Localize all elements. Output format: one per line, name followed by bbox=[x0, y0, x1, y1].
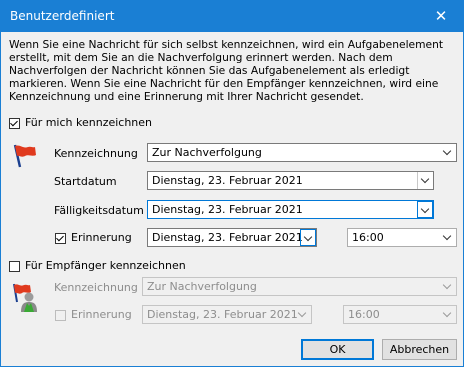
due-date-picker[interactable]: Dienstag, 23. Februar 2021 bbox=[147, 200, 434, 219]
chevron-down-icon[interactable] bbox=[295, 306, 311, 323]
ok-button[interactable]: OK bbox=[301, 339, 374, 360]
flag-for-me-label: Für mich kennzeichnen bbox=[25, 116, 153, 129]
recipient-reminder-date-picker[interactable]: Dienstag, 23. Februar 2021 bbox=[142, 305, 312, 324]
chevron-down-icon[interactable] bbox=[440, 229, 456, 246]
flag-for-me-checkbox[interactable] bbox=[9, 118, 20, 129]
recipient-reminder-checkbox[interactable] bbox=[55, 310, 66, 321]
description-text: Wenn Sie eine Nachricht für sich selbst … bbox=[9, 38, 444, 103]
flag-type-label: Kennzeichnung bbox=[54, 147, 138, 160]
reminder-time-combo[interactable]: 16:00 bbox=[347, 228, 457, 247]
recipient-reminder-label: Erinnerung bbox=[71, 308, 132, 321]
window-title: Benutzerdefiniert bbox=[10, 9, 115, 23]
start-date-label: Startdatum bbox=[54, 175, 117, 188]
flag-for-recipient-label: Für Empfänger kennzeichnen bbox=[25, 259, 186, 272]
start-date-picker[interactable]: Dienstag, 23. Februar 2021 bbox=[147, 171, 434, 190]
title-bar: Benutzerdefiniert ✕ bbox=[1, 1, 463, 32]
cancel-button[interactable]: Abbrechen bbox=[382, 339, 457, 360]
recipient-flag-type-combo[interactable]: Zur Nachverfolgung bbox=[142, 277, 457, 296]
chevron-down-icon[interactable] bbox=[440, 278, 456, 295]
recipient-flag-icon bbox=[13, 283, 37, 312]
flag-type-value: Zur Nachverfolgung bbox=[152, 146, 262, 159]
recipient-reminder-time-combo[interactable]: 16:00 bbox=[343, 305, 457, 324]
reminder-time-value: 16:00 bbox=[352, 231, 384, 244]
close-icon[interactable]: ✕ bbox=[419, 1, 463, 32]
flag-for-recipient-checkbox[interactable] bbox=[9, 261, 20, 272]
chevron-down-icon[interactable] bbox=[440, 306, 456, 323]
chevron-down-icon[interactable] bbox=[300, 229, 316, 246]
recipient-reminder-date-value: Dienstag, 23. Februar 2021 bbox=[147, 308, 298, 321]
chevron-down-icon[interactable] bbox=[440, 144, 456, 161]
dialog-window: Benutzerdefiniert ✕ Wenn Sie eine Nachri… bbox=[0, 0, 464, 367]
due-date-value: Dienstag, 23. Februar 2021 bbox=[152, 203, 303, 216]
reminder-date-value: Dienstag, 23. Februar 2021 bbox=[152, 231, 303, 244]
due-date-label: Fälligkeitsdatum bbox=[54, 204, 144, 217]
chevron-down-icon[interactable] bbox=[417, 172, 433, 189]
reminder-date-picker[interactable]: Dienstag, 23. Februar 2021 bbox=[147, 228, 317, 247]
recipient-flag-type-value: Zur Nachverfolgung bbox=[147, 280, 257, 293]
red-flag-icon bbox=[13, 144, 36, 168]
recipient-flag-type-label: Kennzeichnung bbox=[54, 281, 138, 294]
chevron-down-icon[interactable] bbox=[417, 201, 433, 218]
start-date-value: Dienstag, 23. Februar 2021 bbox=[152, 174, 303, 187]
flag-type-combo[interactable]: Zur Nachverfolgung bbox=[147, 143, 457, 162]
reminder-checkbox[interactable] bbox=[55, 233, 66, 244]
recipient-reminder-time-value: 16:00 bbox=[348, 308, 380, 321]
reminder-label: Erinnerung bbox=[71, 231, 132, 244]
